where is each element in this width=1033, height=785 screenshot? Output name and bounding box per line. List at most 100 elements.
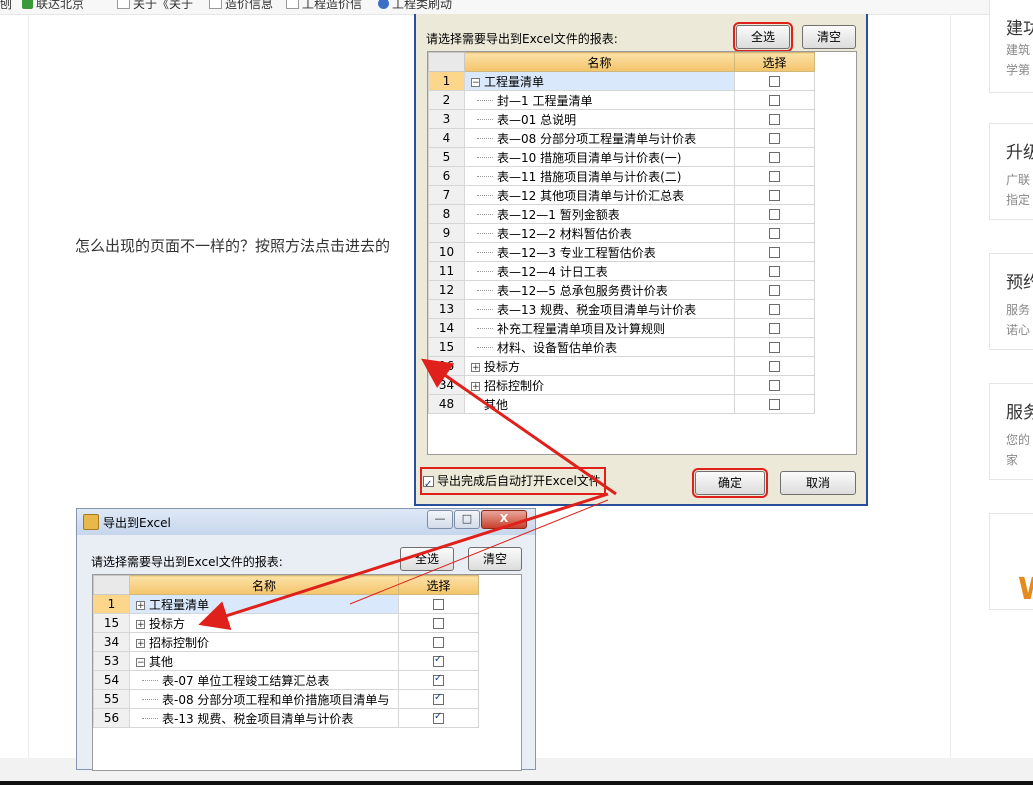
row-checkbox[interactable] — [769, 304, 780, 315]
row-number: 14 — [428, 318, 465, 338]
row-checkbox[interactable] — [769, 95, 780, 106]
table-row[interactable]: 56 表-13 规费、税金项目清单与计价表 — [93, 708, 479, 728]
row-checkbox[interactable] — [433, 692, 444, 705]
bookmark-price-info[interactable]: 造价信息 — [209, 0, 273, 12]
row-select-cell — [398, 632, 479, 652]
row-name-cell: 材料、设备暂估单价表 — [464, 337, 735, 357]
table-row[interactable]: 10 表—12—3 专业工程暂估价表 — [428, 242, 815, 262]
row-checkbox[interactable] — [769, 114, 780, 125]
expand-icon[interactable]: + — [136, 619, 145, 629]
tree-line — [477, 100, 493, 102]
row-label: 表—01 总说明 — [497, 112, 577, 127]
expand-icon[interactable]: + — [136, 638, 145, 648]
table-row[interactable]: 8 表—12—1 暂列金额表 — [428, 204, 815, 224]
side-card-4[interactable]: 服务 您的 家 — [989, 383, 1033, 480]
table-row[interactable]: 2 封—1 工程量清单 — [428, 90, 815, 110]
table-row[interactable]: 34 + 招标控制价 — [93, 632, 479, 652]
content-border-right — [950, 14, 951, 759]
ok-button[interactable]: 确定 — [692, 468, 768, 498]
table-row[interactable]: 4 表—08 分部分项工程量清单与计价表 — [428, 128, 815, 148]
cancel-button[interactable]: 取消 — [780, 471, 856, 495]
row-checkbox[interactable] — [769, 399, 780, 410]
row-number: 4 — [428, 128, 465, 148]
side-card-5[interactable]: W — [989, 513, 1033, 610]
row-name-cell: 表-13 规费、税金项目清单与计价表 — [129, 708, 399, 728]
table-row[interactable]: 15 材料、设备暂估单价表 — [428, 337, 815, 357]
bookmark-app[interactable]: 工程类刷动 — [378, 0, 452, 12]
table-row[interactable]: 1 + 工程量清单 — [93, 594, 479, 614]
row-checkbox[interactable] — [769, 133, 780, 144]
bookmark-about[interactable]: 关于《关于 — [117, 0, 193, 12]
expand-icon[interactable]: + — [471, 381, 480, 391]
expand-icon[interactable]: + — [136, 600, 145, 610]
collapse-icon[interactable]: − — [471, 77, 480, 87]
table-row[interactable]: 11 表—12—4 计日工表 — [428, 261, 815, 281]
page-icon — [286, 0, 299, 9]
table-row[interactable]: 9 表—12—2 材料暂估价表 — [428, 223, 815, 243]
bookmark-partial[interactable]: 刨 — [0, 0, 12, 12]
row-name-cell: 表—12—4 计日工表 — [464, 261, 735, 281]
table-row[interactable]: 55 表-08 分部分项工程和单价措施项目清单与 — [93, 689, 479, 709]
table-row[interactable]: 16 + 投标方 — [428, 356, 815, 376]
row-checkbox[interactable] — [769, 171, 780, 182]
tree-line — [477, 233, 493, 235]
side-card-title: 升级 — [1006, 143, 1033, 163]
minimize-button[interactable]: — — [427, 510, 453, 529]
close-button[interactable]: X — [481, 510, 527, 529]
row-checkbox[interactable] — [769, 323, 780, 334]
dialog-titlebar[interactable]: 导出到Excel — □ X — [77, 509, 535, 535]
table-row[interactable]: 12 表—12—5 总承包服务费计价表 — [428, 280, 815, 300]
select-all-button[interactable]: 全选 — [400, 547, 454, 571]
row-checkbox[interactable] — [433, 711, 444, 724]
col-header-name: 名称 — [464, 52, 735, 72]
tree-line — [477, 290, 493, 292]
row-checkbox[interactable] — [433, 599, 444, 610]
table-row[interactable]: 15 + 投标方 — [93, 613, 479, 633]
table-row[interactable]: 5 表—10 措施项目清单与计价表(一) — [428, 147, 815, 167]
table-row[interactable]: 7 表—12 其他项目清单与计价汇总表 — [428, 185, 815, 205]
row-checkbox[interactable] — [769, 152, 780, 163]
row-checkbox[interactable] — [769, 285, 780, 296]
row-checkbox[interactable] — [769, 247, 780, 258]
row-checkbox[interactable] — [433, 654, 444, 667]
row-checkbox[interactable] — [769, 361, 780, 372]
row-checkbox[interactable] — [769, 342, 780, 353]
bookmark-glodon[interactable]: 联达北京 — [22, 0, 84, 12]
table-row[interactable]: 53− 其他 — [93, 651, 479, 671]
side-card-1[interactable]: 建功 建筑 学第 — [989, 0, 1033, 93]
table-row[interactable]: 34 + 招标控制价 — [428, 375, 815, 395]
table-row[interactable]: 13 表—13 规费、税金项目清单与计价表 — [428, 299, 815, 319]
table-row[interactable]: 48 其他 — [428, 394, 815, 414]
row-checkbox[interactable] — [769, 266, 780, 277]
side-card-2[interactable]: 升级 广联 指定 — [989, 123, 1033, 220]
row-checkbox[interactable] — [769, 380, 780, 391]
side-card-desc: 服务 — [1006, 303, 1031, 317]
row-label: 表—12—3 专业工程暂估价表 — [497, 245, 656, 260]
table-row[interactable]: 1− 工程量清单 — [428, 71, 815, 91]
row-checkbox[interactable] — [433, 673, 444, 686]
row-checkbox[interactable] — [769, 209, 780, 220]
clear-button[interactable]: 清空 — [468, 547, 522, 571]
select-all-button[interactable]: 全选 — [733, 22, 793, 52]
maximize-button[interactable]: □ — [454, 510, 480, 529]
expand-icon[interactable]: + — [471, 362, 480, 372]
table-row[interactable]: 6 表—11 措施项目清单与计价表(二) — [428, 166, 815, 186]
collapse-icon[interactable]: − — [136, 657, 145, 667]
row-checkbox[interactable] — [769, 76, 780, 87]
row-name-cell: 表—12—3 专业工程暂估价表 — [464, 242, 735, 262]
table-row[interactable]: 14 补充工程量清单项目及计算规则 — [428, 318, 815, 338]
side-card-3[interactable]: 预约 服务 诺心 — [989, 253, 1033, 350]
tree-line — [477, 176, 493, 178]
row-checkbox[interactable] — [769, 190, 780, 201]
clear-button[interactable]: 清空 — [802, 25, 856, 49]
row-name-cell: 表—12—2 材料暂估价表 — [464, 223, 735, 243]
row-checkbox[interactable] — [433, 637, 444, 648]
row-select-cell — [734, 394, 815, 414]
side-card-title: 建功 — [1006, 19, 1033, 39]
table-row[interactable]: 54 表-07 单位工程竣工结算汇总表 — [93, 670, 479, 690]
bookmark-cost-info[interactable]: 工程造价信 — [286, 0, 362, 12]
row-checkbox[interactable] — [769, 228, 780, 239]
auto-open-checkbox[interactable]: 导出完成后自动打开Excel文件 — [420, 467, 606, 496]
row-checkbox[interactable] — [433, 618, 444, 629]
table-row[interactable]: 3 表—01 总说明 — [428, 109, 815, 129]
